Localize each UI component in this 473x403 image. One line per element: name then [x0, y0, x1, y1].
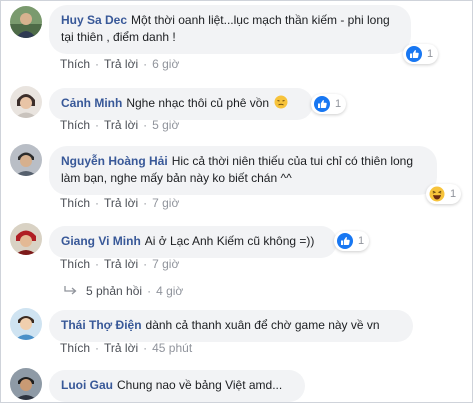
comment-time[interactable]: 5 giờ	[152, 118, 179, 132]
avatar[interactable]	[10, 223, 42, 255]
comment-actions: Thích · Trả lời · 7 giờ	[60, 257, 179, 271]
avatar[interactable]	[10, 368, 42, 400]
comment-text: Ai ở Lạc Anh Kiếm cũ không =))	[144, 234, 315, 248]
avatar[interactable]	[10, 86, 42, 118]
reaction-badge[interactable]: 1	[403, 44, 439, 64]
separator-dot: ·	[95, 57, 100, 71]
reaction-badge[interactable]: 1	[334, 231, 370, 251]
replies-time: 4 giờ	[156, 284, 184, 298]
separator-dot: ·	[143, 341, 148, 355]
comment-actions: Thích · Trả lời · 45 phút	[60, 341, 192, 355]
reply-link[interactable]: Trả lời	[104, 196, 138, 210]
separator-dot: ·	[147, 284, 152, 298]
comment-time[interactable]: 45 phút	[152, 341, 192, 355]
comment-text: dành cả thanh xuân để chờ game này về vn	[145, 318, 380, 332]
like-link[interactable]: Thích	[60, 257, 90, 271]
view-replies-link[interactable]: 5 phản hồi · 4 giờ	[64, 284, 183, 298]
avatar[interactable]	[10, 144, 42, 176]
avatar[interactable]	[10, 308, 42, 340]
comment-time[interactable]: 7 giờ	[152, 257, 179, 271]
comment-bubble: Nguyễn Hoàng Hải Hic cả thời niên thiếu c…	[49, 146, 437, 195]
comment-author[interactable]: Nguyễn Hoàng Hải	[61, 154, 168, 168]
separator-dot: ·	[143, 196, 148, 210]
like-link[interactable]: Thích	[60, 118, 90, 132]
comment-author[interactable]: Thái Thợ Điện	[61, 318, 142, 332]
separator-dot: ·	[95, 118, 100, 132]
like-icon	[337, 233, 353, 249]
comment-actions: Thích · Trả lời · 7 giờ	[60, 196, 179, 210]
separator-dot: ·	[95, 196, 100, 210]
comment-author[interactable]: Huy Sa Dec	[61, 13, 127, 27]
comment-bubble: Thái Thợ Điện dành cả thanh xuân để chờ g…	[49, 310, 413, 342]
comment-bubble: Luoi Gau Chung nao về bảng Việt amd...	[49, 370, 305, 402]
reaction-badge[interactable]: 1	[311, 94, 347, 114]
comment-bubble: Giang Vi Minh Ai ở Lạc Anh Kiếm cũ không …	[49, 226, 337, 258]
comment-author[interactable]: Luoi Gau	[61, 378, 113, 392]
reply-link[interactable]: Trả lời	[104, 118, 138, 132]
disappointed-emoji-icon	[274, 95, 288, 109]
reaction-count: 1	[427, 48, 434, 60]
like-icon	[314, 96, 330, 112]
replies-count[interactable]: 5 phản hồi	[86, 284, 142, 298]
comment-text: Nghe nhạc thôi củ phê vồn	[126, 96, 270, 110]
comment-author[interactable]: Cảnh Minh	[61, 96, 122, 110]
comment-actions: Thích · Trả lời · 6 giờ	[60, 57, 179, 71]
reply-arrow-icon	[64, 286, 77, 295]
comment-time[interactable]: 7 giờ	[152, 196, 179, 210]
haha-icon	[429, 186, 445, 202]
comment-list: Huy Sa Dec Một thời oanh liệt...lục mạch …	[0, 0, 473, 403]
reply-link[interactable]: Trả lời	[104, 57, 138, 71]
reply-link[interactable]: Trả lời	[104, 341, 138, 355]
reply-link[interactable]: Trả lời	[104, 257, 138, 271]
separator-dot: ·	[143, 57, 148, 71]
separator-dot: ·	[95, 257, 100, 271]
reaction-count: 1	[335, 98, 342, 110]
comment-bubble: Cảnh Minh Nghe nhạc thôi củ phê vồn	[49, 88, 313, 120]
like-icon	[406, 46, 422, 62]
comment-actions: Thích · Trả lời · 5 giờ	[60, 118, 179, 132]
comment-time[interactable]: 6 giờ	[152, 57, 179, 71]
like-link[interactable]: Thích	[60, 57, 90, 71]
separator-dot: ·	[143, 118, 148, 132]
reaction-badge[interactable]: 1	[426, 184, 462, 204]
comment-bubble: Huy Sa Dec Một thời oanh liệt...lục mạch …	[49, 5, 411, 54]
comment-author[interactable]: Giang Vi Minh	[61, 234, 141, 248]
avatar[interactable]	[10, 6, 42, 38]
like-link[interactable]: Thích	[60, 341, 90, 355]
comment-text: Chung nao về bảng Việt amd...	[117, 378, 283, 392]
reaction-count: 1	[450, 188, 457, 200]
separator-dot: ·	[95, 341, 100, 355]
separator-dot: ·	[143, 257, 148, 271]
reaction-count: 1	[358, 235, 365, 247]
like-link[interactable]: Thích	[60, 196, 90, 210]
